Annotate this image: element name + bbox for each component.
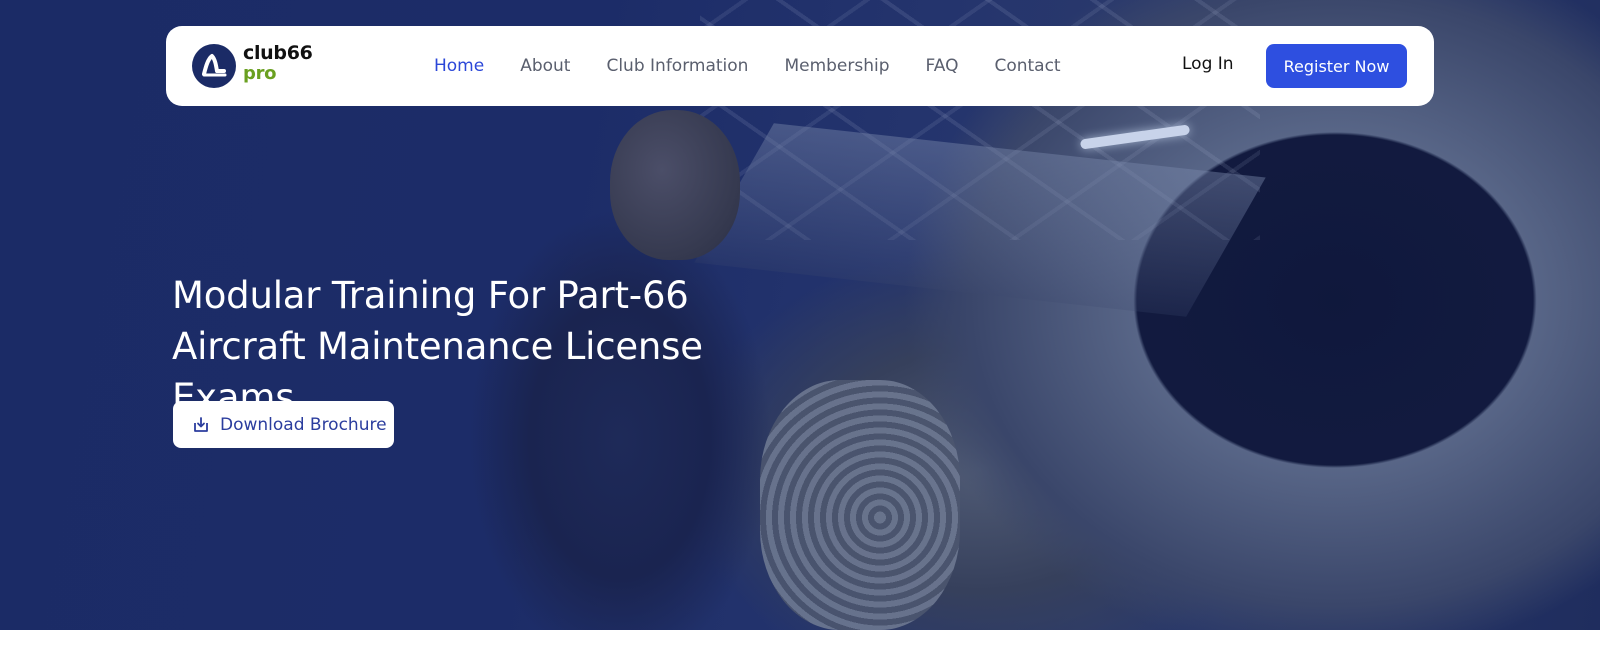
login-link[interactable]: Log In: [1182, 54, 1234, 74]
nav-item-contact[interactable]: Contact: [994, 56, 1060, 76]
logo-text-pro: pro: [243, 63, 277, 84]
hero-background-technician-head: [610, 110, 740, 260]
register-now-button[interactable]: Register Now: [1266, 44, 1407, 88]
download-icon: [191, 415, 211, 435]
download-brochure-button[interactable]: Download Brochure: [173, 401, 394, 448]
hero-title-line-1: Modular Training For Part-66: [172, 274, 689, 317]
nav-item-home[interactable]: Home: [434, 56, 484, 76]
top-navbar: club66 pro Home About Club Information M…: [166, 26, 1434, 106]
nav-links: Home About Club Information Membership F…: [434, 26, 1097, 106]
nav-item-club-information[interactable]: Club Information: [606, 56, 748, 76]
nav-item-faq[interactable]: FAQ: [926, 56, 959, 76]
nav-item-about[interactable]: About: [520, 56, 570, 76]
logo-mark-icon: [192, 44, 236, 88]
download-brochure-label: Download Brochure: [220, 414, 387, 435]
nav-item-membership[interactable]: Membership: [784, 56, 889, 76]
brand-logo[interactable]: club66 pro: [192, 42, 322, 88]
logo-text-club66: club66: [243, 42, 313, 64]
